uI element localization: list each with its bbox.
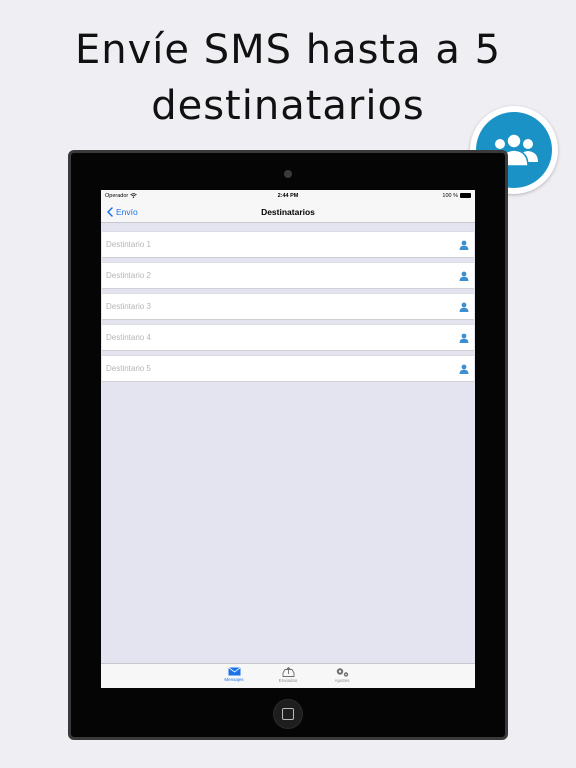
headline-line-1: Envíe SMS hasta a 5: [74, 27, 502, 73]
page-title: Destinatarios: [261, 206, 315, 217]
battery-label: 100 %: [442, 192, 458, 199]
recipient-row-2: [102, 262, 474, 289]
tab-ajustes-label: Ajustes: [334, 678, 350, 683]
navigation-bar: Envío Destinatarios: [101, 201, 475, 223]
camera-dot: [284, 170, 292, 178]
recipient-1-input[interactable]: [106, 240, 406, 249]
gears-icon: [336, 668, 349, 677]
contact-person-icon[interactable]: [459, 302, 469, 312]
recipient-4-input[interactable]: [106, 333, 406, 342]
envelope-icon: [227, 667, 241, 676]
contact-person-icon[interactable]: [459, 364, 469, 374]
status-bar: Operador 2:44 PM 100 %: [101, 190, 475, 201]
carrier-label: Operador: [105, 192, 129, 199]
recipient-3-input[interactable]: [106, 302, 406, 311]
wifi-icon: [130, 193, 137, 198]
tab-bar: Mensajes Enviados Ajustes: [101, 663, 475, 688]
chevron-left-icon: [107, 207, 113, 217]
recipient-2-input[interactable]: [106, 271, 406, 280]
recipient-5-input[interactable]: [106, 364, 406, 373]
tab-enviados-label: Enviados: [278, 678, 298, 683]
battery-icon: [460, 193, 471, 198]
recipient-row-3: [102, 293, 474, 320]
tab-mensajes-label: Mensajes: [224, 677, 244, 682]
recipients-list: [101, 223, 475, 382]
home-button[interactable]: [273, 699, 303, 729]
tab-mensajes[interactable]: Mensajes: [219, 664, 249, 688]
status-time: 2:44 PM: [277, 192, 299, 199]
tablet-frame: Operador 2:44 PM 100 % Envío Destinatari…: [68, 150, 508, 740]
tab-enviados[interactable]: Enviados: [273, 664, 303, 688]
recipient-row-4: [102, 324, 474, 351]
tab-ajustes[interactable]: Ajustes: [327, 664, 357, 688]
contact-person-icon[interactable]: [459, 240, 469, 250]
outbox-tray-icon: [282, 667, 294, 677]
contact-person-icon[interactable]: [459, 271, 469, 281]
back-button[interactable]: Envío: [107, 201, 138, 223]
contact-person-icon[interactable]: [459, 333, 469, 343]
home-square-icon: [282, 708, 294, 720]
recipient-row-1: [102, 231, 474, 258]
recipient-row-5: [102, 355, 474, 382]
app-screen: Operador 2:44 PM 100 % Envío Destinatari…: [101, 190, 475, 688]
back-label: Envío: [116, 207, 138, 217]
